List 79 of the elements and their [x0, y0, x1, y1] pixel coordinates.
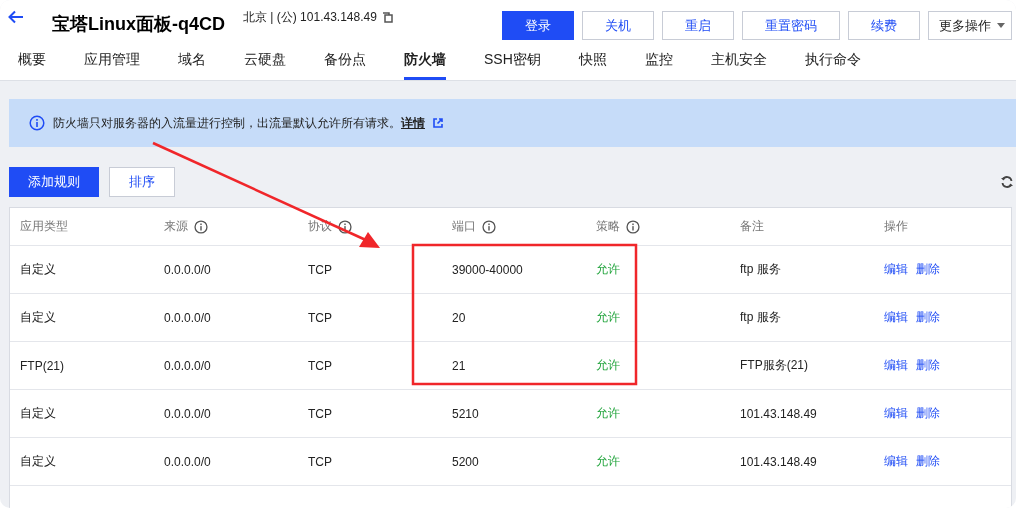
tab[interactable]: 概要 [18, 46, 46, 80]
info-icon [29, 115, 45, 131]
tab[interactable]: 监控 [644, 46, 673, 80]
table-cell-text: 39000-40000 [452, 262, 524, 277]
details-link[interactable]: 详情 [401, 115, 425, 130]
column-header: 备注 [740, 218, 764, 235]
caret-icon [997, 23, 1005, 28]
table-cell-text: 5200 [452, 454, 480, 469]
page-title: 宝塔Linux面板-q4CD [52, 13, 225, 36]
edit-link[interactable]: 编辑 [884, 357, 908, 374]
action-button[interactable]: 重置密码 [742, 11, 840, 40]
table-cell-text: ftp 服务 [740, 261, 782, 278]
info-icon [482, 219, 496, 234]
table-cell-text: 自定义 [20, 309, 57, 326]
table-cell-text: TCP [308, 358, 333, 373]
tab[interactable]: 云硬盘 [244, 46, 286, 80]
column-header: 操作 [884, 218, 908, 235]
table-cell-text: 101.43.148.49 [740, 406, 818, 421]
back-arrow-icon[interactable] [8, 10, 24, 24]
tab[interactable]: 主机安全 [710, 46, 767, 80]
action-button[interactable]: 续费 [848, 11, 920, 40]
edit-link[interactable]: 编辑 [884, 453, 908, 470]
table-cell-text: 0.0.0.0/0 [164, 262, 212, 277]
delete-link[interactable]: 删除 [916, 405, 940, 422]
refresh-icon[interactable] [1000, 175, 1014, 189]
table-cell-text: ftp 服务 [740, 309, 782, 326]
table-cell-text: 20 [452, 310, 467, 325]
sort-button[interactable]: 排序 [109, 167, 175, 197]
column-header: 来源 [164, 218, 188, 235]
table-cell-text: 0.0.0.0/0 [164, 358, 212, 373]
column-header: 策略 [596, 218, 620, 235]
table-cell-text: 自定义 [20, 261, 57, 278]
edit-link[interactable]: 编辑 [884, 309, 908, 326]
edit-link[interactable]: 编辑 [884, 261, 908, 278]
info-icon [626, 219, 640, 234]
policy-text: 允许 [596, 453, 621, 470]
tab[interactable]: SSH密钥 [484, 46, 541, 80]
delete-link[interactable]: 删除 [916, 357, 940, 374]
login-button[interactable]: 登录 [502, 11, 574, 40]
delete-link[interactable]: 删除 [916, 309, 940, 326]
table-cell-text: TCP [308, 262, 333, 277]
table-cell-text: 101.43.148.49 [740, 454, 818, 469]
table-cell-text: 自定义 [20, 453, 57, 470]
table-cell-text: 21 [452, 358, 467, 373]
tab[interactable]: 应用管理 [84, 46, 140, 80]
table-cell-text: TCP [308, 454, 333, 469]
table-cell-text: FTP服务(21) [740, 357, 809, 374]
policy-text: 允许 [596, 357, 621, 374]
more-dropdown[interactable]: 更多操作 [928, 11, 1012, 40]
copy-icon[interactable] [381, 11, 393, 23]
edit-link[interactable]: 编辑 [884, 405, 908, 422]
table-cell-text: 0.0.0.0/0 [164, 406, 212, 421]
table-cell-text: 0.0.0.0/0 [164, 454, 212, 469]
tab[interactable]: 快照 [578, 46, 607, 80]
info-icon [338, 219, 352, 234]
table-cell-text: TCP [308, 406, 333, 421]
delete-link[interactable]: 删除 [916, 453, 940, 470]
tab[interactable]: 域名 [178, 46, 206, 80]
policy-text: 允许 [596, 405, 621, 422]
tab[interactable]: 防火墙 [404, 46, 446, 80]
server-location: 北京 | (公) 101.43.148.49 [243, 8, 377, 26]
delete-link[interactable]: 删除 [916, 261, 940, 278]
table-cell-text: 0.0.0.0/0 [164, 310, 212, 325]
info-icon [194, 219, 208, 234]
table-cell-text: 自定义 [20, 405, 57, 422]
action-button[interactable]: 关机 [582, 11, 654, 40]
action-button[interactable]: 重启 [662, 11, 734, 40]
column-header: 应用类型 [20, 218, 68, 235]
tab[interactable]: 执行命令 [804, 46, 861, 80]
table-cell-text: TCP [308, 310, 333, 325]
policy-text: 允许 [596, 261, 621, 278]
column-header: 端口 [452, 218, 476, 235]
notice-text: 防火墙只对服务器的入流量进行控制，出流量默认允许所有请求。详情 [53, 114, 425, 132]
policy-text: 允许 [596, 309, 621, 326]
table-cell-text: FTP(21) [20, 358, 65, 373]
table-cell-text: 5210 [452, 406, 480, 421]
tab[interactable]: 备份点 [324, 46, 366, 80]
add-rule-button[interactable]: 添加规则 [9, 167, 99, 197]
external-link-icon[interactable] [433, 118, 443, 128]
